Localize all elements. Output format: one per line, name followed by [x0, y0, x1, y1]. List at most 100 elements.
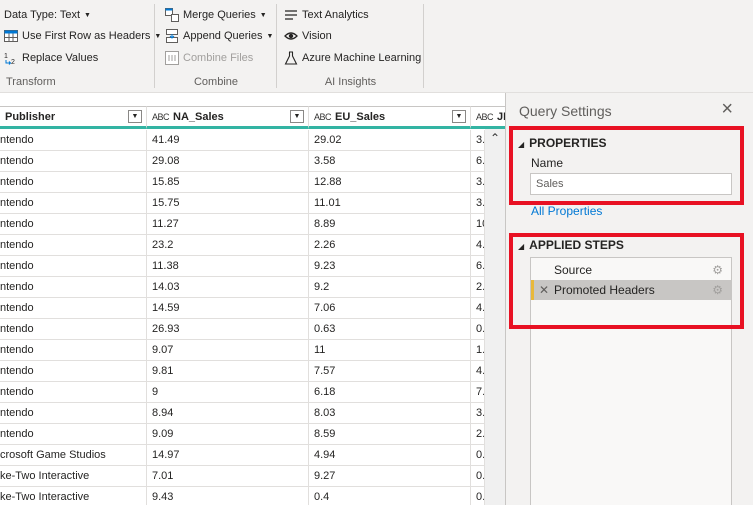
table-row[interactable]: ntendo 9 6.18 7.2 — [0, 382, 505, 403]
column-header-eu-sales[interactable]: ABC EU_Sales ▼ — [309, 106, 471, 129]
cell-publisher[interactable]: ntendo — [0, 277, 147, 297]
column-filter-dropdown-icon[interactable]: ▼ — [128, 110, 142, 123]
cell-eu-sales[interactable]: 3.58 — [309, 151, 471, 171]
cell-publisher[interactable]: ke-Two Interactive — [0, 487, 147, 505]
cell-publisher[interactable]: ke-Two Interactive — [0, 466, 147, 486]
cell-jp-sales[interactable]: 7.2 — [471, 382, 485, 402]
vertical-scrollbar[interactable]: ⌃ — [485, 129, 505, 505]
cell-eu-sales[interactable]: 9.27 — [309, 466, 471, 486]
table-row[interactable]: ke-Two Interactive 9.43 0.4 0.4 — [0, 487, 505, 505]
cell-jp-sales[interactable]: 0.2 — [471, 319, 485, 339]
vision-button[interactable]: Vision — [284, 27, 332, 45]
azure-ml-button[interactable]: Azure Machine Learning — [284, 49, 421, 67]
column-filter-dropdown-icon[interactable]: ▼ — [452, 110, 466, 123]
cell-jp-sales[interactable]: 6.8 — [471, 151, 485, 171]
cell-eu-sales[interactable]: 9.2 — [309, 277, 471, 297]
cell-eu-sales[interactable]: 11.01 — [309, 193, 471, 213]
cell-na-sales[interactable]: 26.93 — [147, 319, 309, 339]
cell-publisher[interactable]: ntendo — [0, 382, 147, 402]
append-queries-button[interactable]: Append Queries ▼ — [165, 27, 273, 45]
table-row[interactable]: ntendo 9.07 11 1.9 — [0, 340, 505, 361]
cell-eu-sales[interactable]: 8.59 — [309, 424, 471, 444]
table-row[interactable]: ntendo 11.27 8.89 10 — [0, 214, 505, 235]
use-first-row-headers-button[interactable]: Use First Row as Headers ▼ — [4, 27, 161, 45]
cell-eu-sales[interactable]: 6.18 — [309, 382, 471, 402]
cell-eu-sales[interactable]: 8.03 — [309, 403, 471, 423]
cell-na-sales[interactable]: 7.01 — [147, 466, 309, 486]
table-row[interactable]: ntendo 26.93 0.63 0.2 — [0, 319, 505, 340]
close-icon[interactable]: × — [721, 99, 733, 119]
cell-eu-sales[interactable]: 4.94 — [309, 445, 471, 465]
cell-publisher[interactable]: ntendo — [0, 130, 147, 150]
all-properties-link[interactable]: All Properties — [531, 204, 602, 218]
table-row[interactable]: ntendo 41.49 29.02 3.7 — [0, 130, 505, 151]
table-row[interactable]: ntendo 11.38 9.23 6.5 — [0, 256, 505, 277]
scroll-up-icon[interactable]: ⌃ — [485, 129, 505, 147]
table-row[interactable]: ntendo 8.94 8.03 3.6 — [0, 403, 505, 424]
combine-files-button[interactable]: Combine Files — [165, 49, 253, 67]
cell-na-sales[interactable]: 9.81 — [147, 361, 309, 381]
cell-jp-sales[interactable]: 4.7 — [471, 298, 485, 318]
cell-publisher[interactable]: ntendo — [0, 235, 147, 255]
cell-publisher[interactable]: ntendo — [0, 172, 147, 192]
cell-jp-sales[interactable]: 0.4 — [471, 487, 485, 505]
cell-na-sales[interactable]: 15.85 — [147, 172, 309, 192]
column-filter-dropdown-icon[interactable]: ▼ — [290, 110, 304, 123]
table-row[interactable]: ntendo 9.09 8.59 2.5 — [0, 424, 505, 445]
cell-jp-sales[interactable]: 6.5 — [471, 256, 485, 276]
cell-publisher[interactable]: ntendo — [0, 256, 147, 276]
table-row[interactable]: ntendo 15.85 12.88 3.7 — [0, 172, 505, 193]
column-header-jp-sales[interactable]: ABC JP — [471, 106, 505, 129]
cell-jp-sales[interactable]: 0.2 — [471, 445, 485, 465]
column-header-na-sales[interactable]: ABC NA_Sales ▼ — [147, 106, 309, 129]
cell-jp-sales[interactable]: 3.6 — [471, 403, 485, 423]
cell-na-sales[interactable]: 14.03 — [147, 277, 309, 297]
data-type-dropdown[interactable]: Data Type: Text ▼ — [4, 6, 91, 24]
cell-publisher[interactable]: ntendo — [0, 214, 147, 234]
cell-publisher[interactable]: ntendo — [0, 424, 147, 444]
cell-na-sales[interactable]: 14.97 — [147, 445, 309, 465]
table-row[interactable]: ntendo 9.81 7.57 4.1 — [0, 361, 505, 382]
cell-jp-sales[interactable]: 10 — [471, 214, 485, 234]
cell-publisher[interactable]: ntendo — [0, 151, 147, 171]
cell-publisher[interactable]: crosoft Game Studios — [0, 445, 147, 465]
cell-eu-sales[interactable]: 8.89 — [309, 214, 471, 234]
cell-na-sales[interactable]: 29.08 — [147, 151, 309, 171]
table-row[interactable]: ntendo 14.59 7.06 4.7 — [0, 298, 505, 319]
cell-publisher[interactable]: ntendo — [0, 361, 147, 381]
cell-na-sales[interactable]: 11.38 — [147, 256, 309, 276]
cell-eu-sales[interactable]: 12.88 — [309, 172, 471, 192]
cell-jp-sales[interactable]: 3.7 — [471, 172, 485, 192]
cell-na-sales[interactable]: 9.07 — [147, 340, 309, 360]
cell-eu-sales[interactable]: 11 — [309, 340, 471, 360]
cell-eu-sales[interactable]: 0.4 — [309, 487, 471, 505]
table-row[interactable]: ntendo 23.2 2.26 4.2 — [0, 235, 505, 256]
text-type-icon[interactable]: ABC — [152, 112, 170, 122]
cell-na-sales[interactable]: 9 — [147, 382, 309, 402]
cell-jp-sales[interactable]: 0.9 — [471, 466, 485, 486]
table-row[interactable]: ntendo 14.03 9.2 2.9 — [0, 277, 505, 298]
table-row[interactable]: crosoft Game Studios 14.97 4.94 0.2 — [0, 445, 505, 466]
cell-jp-sales[interactable]: 3.2 — [471, 193, 485, 213]
cell-na-sales[interactable]: 41.49 — [147, 130, 309, 150]
cell-publisher[interactable]: ntendo — [0, 298, 147, 318]
cell-eu-sales[interactable]: 7.57 — [309, 361, 471, 381]
cell-jp-sales[interactable]: 4.2 — [471, 235, 485, 255]
cell-jp-sales[interactable]: 1.9 — [471, 340, 485, 360]
cell-publisher[interactable]: ntendo — [0, 193, 147, 213]
cell-na-sales[interactable]: 8.94 — [147, 403, 309, 423]
cell-publisher[interactable]: ntendo — [0, 319, 147, 339]
table-row[interactable]: ntendo 29.08 3.58 6.8 — [0, 151, 505, 172]
text-type-icon[interactable]: ABC — [314, 112, 332, 122]
table-row[interactable]: ntendo 15.75 11.01 3.2 — [0, 193, 505, 214]
replace-values-button[interactable]: 12 Replace Values — [4, 49, 98, 67]
cell-jp-sales[interactable]: 2.5 — [471, 424, 485, 444]
cell-eu-sales[interactable]: 0.63 — [309, 319, 471, 339]
cell-jp-sales[interactable]: 3.7 — [471, 130, 485, 150]
cell-eu-sales[interactable]: 29.02 — [309, 130, 471, 150]
cell-na-sales[interactable]: 15.75 — [147, 193, 309, 213]
cell-eu-sales[interactable]: 2.26 — [309, 235, 471, 255]
text-analytics-button[interactable]: Text Analytics — [284, 6, 369, 24]
cell-na-sales[interactable]: 23.2 — [147, 235, 309, 255]
column-header-publisher[interactable]: Publisher ▼ — [0, 106, 147, 129]
